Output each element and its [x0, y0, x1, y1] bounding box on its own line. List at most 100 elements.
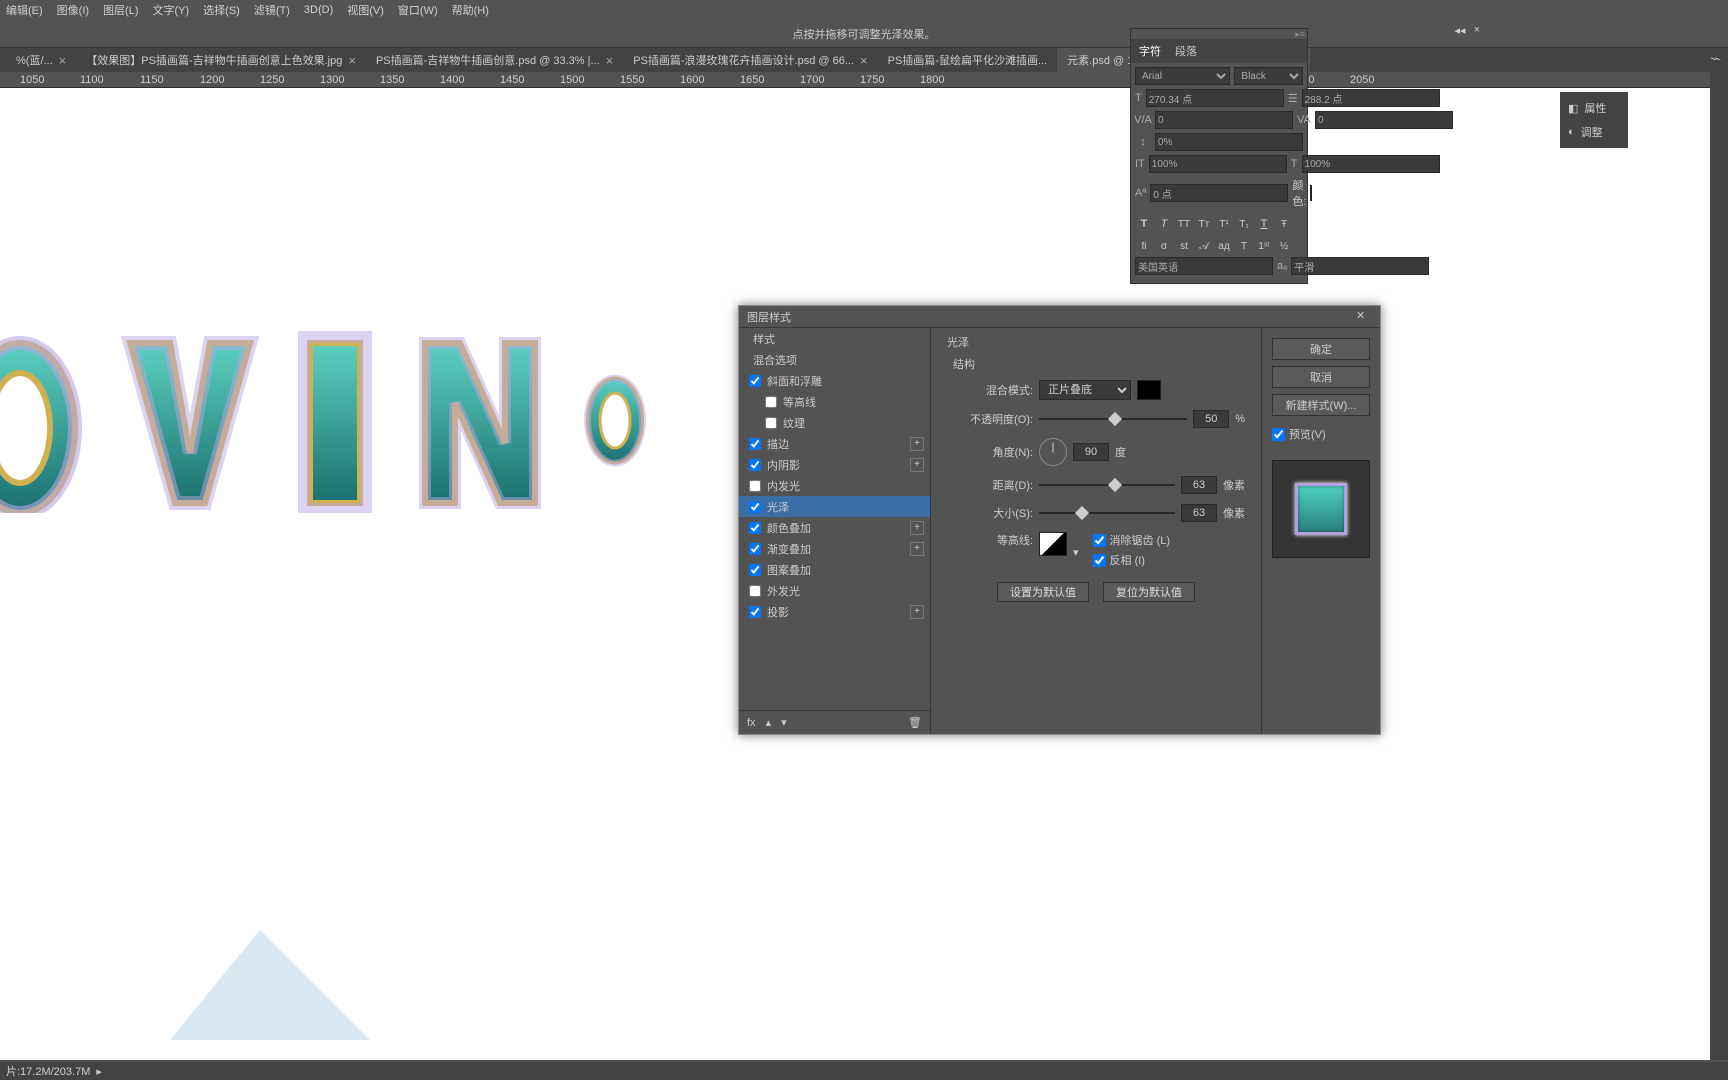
- menu-edit[interactable]: 编辑(E): [6, 2, 43, 18]
- font-size-input[interactable]: [1146, 89, 1284, 107]
- close-panel-icon[interactable]: ×: [1474, 24, 1480, 37]
- leading-input[interactable]: [1302, 89, 1440, 107]
- fx-icon[interactable]: fx: [747, 717, 756, 729]
- angle-input[interactable]: [1073, 443, 1109, 461]
- doc-tab-2[interactable]: PS插画篇-吉祥物牛插画创意.psd @ 33.3% |...×: [366, 48, 623, 72]
- close-icon[interactable]: ×: [860, 53, 868, 68]
- preview-checkbox[interactable]: [1272, 428, 1285, 441]
- angle-dial[interactable]: [1039, 438, 1067, 466]
- set-default-button[interactable]: 设置为默认值: [997, 582, 1089, 602]
- cancel-button[interactable]: 取消: [1272, 366, 1370, 388]
- menu-view[interactable]: 视图(V): [347, 2, 384, 18]
- tracking-input[interactable]: [1315, 111, 1453, 129]
- down-icon[interactable]: ▾: [781, 716, 787, 729]
- justify-button[interactable]: aд: [1215, 237, 1233, 255]
- smallcaps-button[interactable]: Tᴛ: [1195, 215, 1213, 233]
- invert-checkbox[interactable]: [1093, 554, 1106, 567]
- ordinal-button[interactable]: 1ˢᵗ: [1255, 237, 1273, 255]
- collapse-icon[interactable]: ◂◂: [1455, 24, 1466, 37]
- style-bevel[interactable]: 斜面和浮雕: [739, 370, 930, 391]
- tab-character[interactable]: 字符: [1139, 43, 1161, 59]
- titling-button[interactable]: T: [1235, 237, 1253, 255]
- antialias-select[interactable]: [1291, 257, 1429, 275]
- close-icon[interactable]: ×: [348, 53, 356, 68]
- strikethrough-button[interactable]: Ŧ: [1275, 215, 1293, 233]
- fraction-button[interactable]: ½: [1275, 237, 1293, 255]
- menu-image[interactable]: 图像(I): [57, 2, 89, 18]
- blending-options[interactable]: 混合选项: [739, 349, 930, 370]
- ok-button[interactable]: 确定: [1272, 338, 1370, 360]
- add-icon[interactable]: +: [910, 521, 924, 535]
- doc-tab-1[interactable]: 【效果图】PS插画篇-吉祥物牛插画创意上色效果.jpg×: [76, 48, 366, 72]
- blend-mode-select[interactable]: 正片叠底: [1039, 380, 1131, 400]
- menu-layer[interactable]: 图层(L): [103, 2, 138, 18]
- kerning-input[interactable]: [1155, 111, 1293, 129]
- satin-color-swatch[interactable]: [1137, 380, 1161, 400]
- antialias-checkbox[interactable]: [1093, 534, 1106, 547]
- new-style-button[interactable]: 新建样式(W)...: [1272, 394, 1370, 416]
- panel-item-properties[interactable]: ◧属性: [1560, 96, 1628, 120]
- doc-tab-3[interactable]: PS插画篇-浪漫玫瑰花卉插画设计.psd @ 66...×: [623, 48, 877, 72]
- font-family-select[interactable]: Arial: [1135, 67, 1230, 85]
- tab-paragraph[interactable]: 段落: [1175, 43, 1197, 59]
- fi-button[interactable]: fi: [1135, 237, 1153, 255]
- chevron-down-icon[interactable]: ▾: [1073, 546, 1079, 559]
- panel-item-adjustments[interactable]: ◐调整: [1560, 120, 1628, 144]
- opacity-slider[interactable]: [1039, 411, 1187, 427]
- menu-filter[interactable]: 滤镜(T): [254, 2, 290, 18]
- bold-button[interactable]: T: [1135, 215, 1153, 233]
- sigma-button[interactable]: σ: [1155, 237, 1173, 255]
- add-icon[interactable]: +: [910, 605, 924, 619]
- style-color-overlay[interactable]: 颜色叠加+: [739, 517, 930, 538]
- panel-menu-icon[interactable]: ▸≡: [1295, 29, 1305, 39]
- swash-button[interactable]: 𝒜: [1195, 237, 1213, 255]
- style-outer-glow[interactable]: 外发光: [739, 580, 930, 601]
- text-color-swatch[interactable]: [1310, 185, 1312, 201]
- trash-icon[interactable]: 🗑: [908, 716, 922, 729]
- scale-input[interactable]: [1155, 133, 1303, 151]
- style-contour[interactable]: 等高线: [739, 391, 930, 412]
- add-icon[interactable]: +: [910, 437, 924, 451]
- allcaps-button[interactable]: TT: [1175, 215, 1193, 233]
- status-chevron-icon[interactable]: ▸: [96, 1065, 102, 1078]
- vscale-input[interactable]: [1149, 155, 1287, 173]
- font-style-select[interactable]: Black: [1234, 67, 1303, 85]
- styles-header[interactable]: 样式: [739, 328, 930, 349]
- style-inner-shadow[interactable]: 内阴影+: [739, 454, 930, 475]
- doc-tab-4[interactable]: PS插画篇-鼠绘扁平化沙滩插画...: [878, 48, 1058, 72]
- close-icon[interactable]: ×: [59, 53, 67, 68]
- superscript-button[interactable]: T¹: [1215, 215, 1233, 233]
- size-input[interactable]: [1181, 504, 1217, 522]
- distance-slider[interactable]: [1039, 477, 1175, 493]
- menu-3d[interactable]: 3D(D): [304, 4, 333, 16]
- style-drop-shadow[interactable]: 投影+: [739, 601, 930, 622]
- reset-default-button[interactable]: 复位为默认值: [1103, 582, 1195, 602]
- size-slider[interactable]: [1039, 505, 1175, 521]
- add-icon[interactable]: +: [910, 542, 924, 556]
- close-icon[interactable]: ✕: [1356, 309, 1372, 325]
- style-inner-glow[interactable]: 内发光: [739, 475, 930, 496]
- contour-picker[interactable]: [1039, 532, 1067, 556]
- subscript-button[interactable]: T₁: [1235, 215, 1253, 233]
- close-icon[interactable]: ×: [606, 53, 614, 68]
- menu-select[interactable]: 选择(S): [203, 2, 240, 18]
- distance-input[interactable]: [1181, 476, 1217, 494]
- doc-tab-0[interactable]: %(蓝/...×: [6, 48, 76, 72]
- style-pattern-overlay[interactable]: 图案叠加: [739, 559, 930, 580]
- style-satin[interactable]: 光泽: [739, 496, 930, 517]
- italic-button[interactable]: T: [1155, 215, 1173, 233]
- style-gradient-overlay[interactable]: 渐变叠加+: [739, 538, 930, 559]
- menu-window[interactable]: 窗口(W): [398, 2, 438, 18]
- baseline-input[interactable]: [1150, 184, 1288, 202]
- menu-help[interactable]: 帮助(H): [452, 2, 489, 18]
- st-button[interactable]: st: [1175, 237, 1193, 255]
- up-icon[interactable]: ▴: [766, 716, 772, 729]
- opacity-input[interactable]: [1193, 410, 1229, 428]
- language-select[interactable]: [1135, 257, 1273, 275]
- underline-button[interactable]: T: [1255, 215, 1273, 233]
- style-texture[interactable]: 纹理: [739, 412, 930, 433]
- menu-type[interactable]: 文字(Y): [153, 2, 190, 18]
- add-icon[interactable]: +: [910, 458, 924, 472]
- style-stroke[interactable]: 描边+: [739, 433, 930, 454]
- hscale-input[interactable]: [1302, 155, 1440, 173]
